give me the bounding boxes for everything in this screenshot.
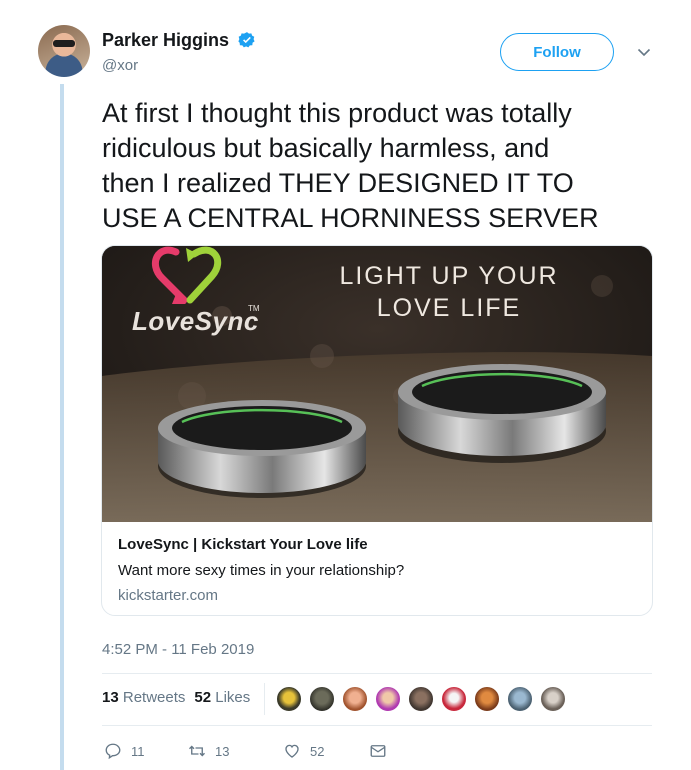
author-handle[interactable]: @xor xyxy=(102,57,138,74)
card-description: Want more sexy times in your relationshi… xyxy=(118,562,405,579)
retweets-stat[interactable]: 13 Retweets xyxy=(102,689,185,706)
chevron-down-icon[interactable] xyxy=(636,44,652,60)
tweet-stats: 13 Retweets 52 Likes xyxy=(102,689,250,706)
link-card[interactable]: LoveSync TM LIGHT UP YOUR LOVE LIFE Love… xyxy=(101,245,653,616)
card-image-headline-line2: LOVE LIFE xyxy=(376,294,522,322)
verified-badge-icon xyxy=(238,32,255,48)
retweets-count: 13 xyxy=(102,689,119,706)
retweets-label: Retweets xyxy=(122,689,186,706)
retweet-action[interactable]: 13 xyxy=(188,741,229,761)
thread-line xyxy=(60,84,64,770)
stats-separator xyxy=(264,683,265,715)
tweet-text: At first I thought this product was tota… xyxy=(102,96,662,236)
reply-count: 11 xyxy=(131,743,145,759)
liker-avatar[interactable] xyxy=(473,685,501,713)
likes-stat[interactable]: 52 Likes xyxy=(194,689,250,706)
card-image-trademark: TM xyxy=(248,304,260,313)
tweet-text-line: At first I thought this product was tota… xyxy=(102,98,572,128)
tweet-timestamp[interactable]: 4:52 PM - 11 Feb 2019 xyxy=(102,641,254,658)
reply-icon xyxy=(105,743,121,760)
heart-icon xyxy=(285,744,299,758)
liker-avatar[interactable] xyxy=(440,685,468,713)
retweet-icon xyxy=(189,745,205,757)
card-image-logo-text: LoveSync xyxy=(132,306,259,336)
divider xyxy=(102,673,652,674)
card-domain: kickstarter.com xyxy=(118,587,219,604)
card-title[interactable]: LoveSync | Kickstart Your Love life xyxy=(118,536,368,553)
tweet-text-line: then I realized THEY DESIGNED IT TO xyxy=(102,168,574,198)
liker-avatar[interactable] xyxy=(341,685,369,713)
card-image[interactable]: LoveSync TM LIGHT UP YOUR LOVE LIFE xyxy=(102,246,652,522)
follow-button[interactable]: Follow xyxy=(500,33,614,71)
retweet-count: 13 xyxy=(215,743,230,759)
like-action[interactable]: 52 xyxy=(283,741,324,761)
liker-avatar[interactable] xyxy=(374,685,402,713)
reply-action[interactable]: 11 xyxy=(104,741,145,761)
message-icon xyxy=(370,745,386,757)
author-name[interactable]: Parker Higgins xyxy=(102,30,229,50)
liker-avatar[interactable] xyxy=(275,685,303,713)
likes-label: Likes xyxy=(215,689,251,706)
liker-avatar[interactable] xyxy=(539,685,567,713)
likes-count: 52 xyxy=(194,689,212,706)
tweet-text-line: ridiculous but basically harmless, and xyxy=(102,133,550,163)
divider xyxy=(102,725,652,726)
message-action[interactable] xyxy=(369,741,396,761)
liker-avatar[interactable] xyxy=(506,685,534,713)
liker-avatar[interactable] xyxy=(308,685,336,713)
avatar[interactable] xyxy=(38,25,90,77)
tweet-text-line: USE A CENTRAL HORNINESS SERVER xyxy=(102,203,599,233)
liker-avatar[interactable] xyxy=(407,685,435,713)
like-count: 52 xyxy=(310,743,325,759)
card-image-headline-line1: LIGHT UP YOUR xyxy=(339,262,559,290)
author-name-row[interactable]: Parker Higgins xyxy=(102,30,256,51)
